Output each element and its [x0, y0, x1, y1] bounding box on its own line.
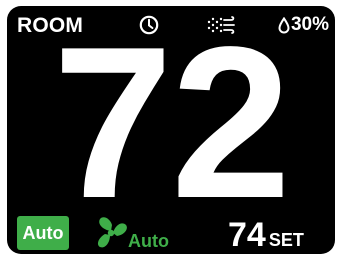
- thermostat-screen: ROOM 30% 72 Auto Auto 74 SET: [7, 6, 335, 254]
- fan-mode-label[interactable]: Auto: [128, 231, 169, 252]
- setpoint[interactable]: 74 SET: [228, 218, 304, 252]
- setpoint-value: 74: [228, 216, 266, 254]
- system-mode-button[interactable]: Auto: [17, 216, 69, 250]
- room-temperature: 72: [52, 6, 291, 243]
- fan-icon[interactable]: [93, 215, 129, 251]
- setpoint-label: SET: [268, 230, 304, 250]
